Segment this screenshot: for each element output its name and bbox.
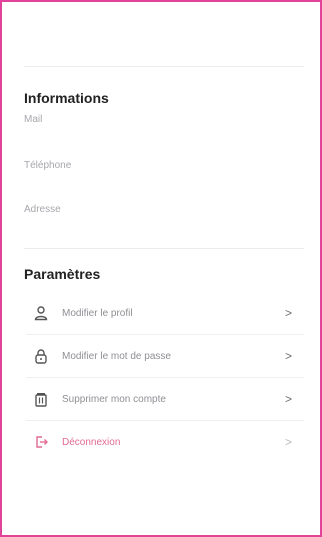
delete-account-label: Supprimer mon compte [62,393,166,405]
informations-title: Informations [24,90,109,106]
user-icon [30,302,52,324]
chevron-right-icon: > [284,435,292,449]
chevron-right-icon: > [284,392,292,406]
phone-label: Téléphone [24,160,72,171]
logout-label: Déconnexion [62,436,121,448]
menu-separator [26,377,304,378]
edit-password-item[interactable]: Modifier le mot de passe > [26,341,302,371]
address-value [20,222,122,238]
profile-header-area [24,16,184,52]
menu-separator [26,420,304,421]
chevron-right-icon: > [284,306,292,320]
divider-middle [24,248,304,249]
trash-icon [30,388,52,410]
menu-separator [26,334,304,335]
logout-icon [30,431,52,453]
mail-value [20,136,188,152]
edit-profile-item[interactable]: Modifier le profil > [26,298,302,328]
logout-item[interactable]: Déconnexion > [26,427,302,457]
mail-label: Mail [24,114,43,125]
lock-icon [30,345,52,367]
phone-value [20,180,112,196]
address-label: Adresse [24,204,61,215]
chevron-right-icon: > [284,349,292,363]
edit-password-label: Modifier le mot de passe [62,350,171,362]
edit-profile-label: Modifier le profil [62,307,133,319]
divider-top [24,66,304,67]
delete-account-item[interactable]: Supprimer mon compte > [26,384,302,414]
parametres-title: Paramètres [24,266,101,282]
